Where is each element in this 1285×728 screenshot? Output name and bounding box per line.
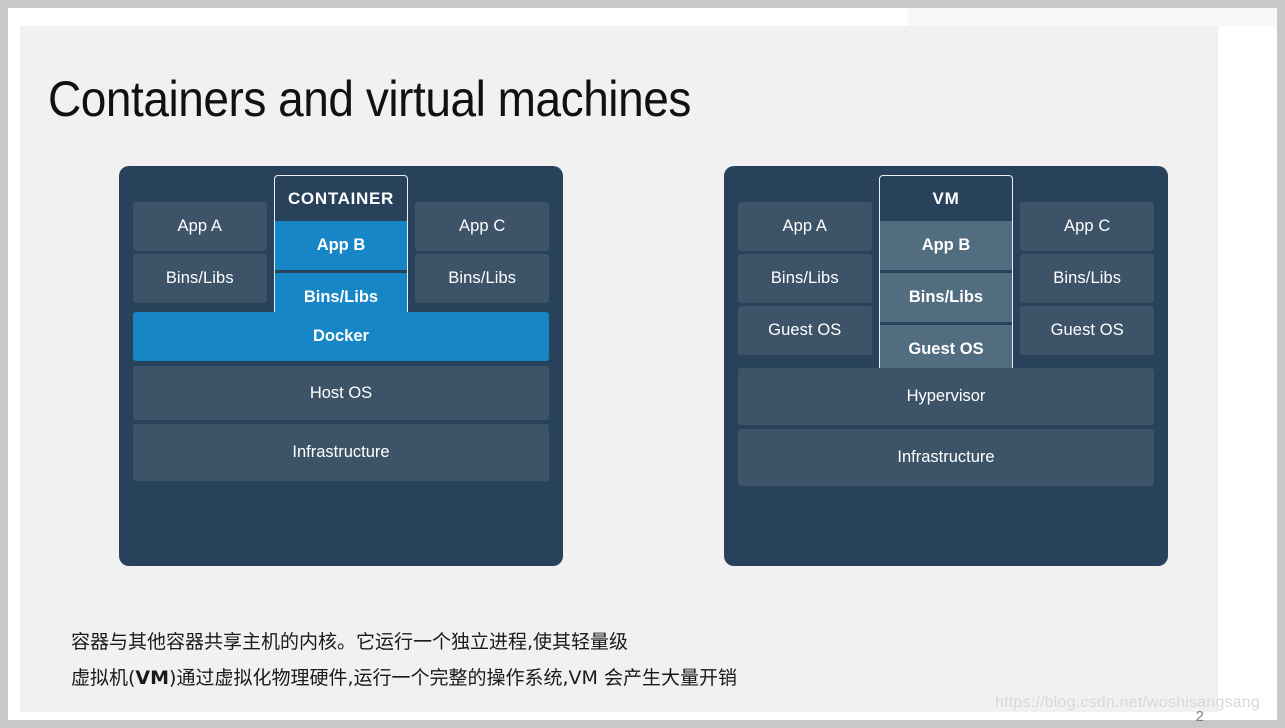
cell-guest-os: Guest OS [738,306,872,355]
vm-column-c: App C Bins/Libs Guest OS [1020,202,1154,358]
caption-line-2-bold: VM [135,667,170,689]
cell-app: App C [1020,202,1154,251]
watermark: https://blog.csdn.net/woshisangsang [995,694,1260,711]
cell-binslibs: Bins/Libs [1020,254,1154,303]
cell-guest-os-highlighted: Guest OS [879,325,1013,374]
vm-diagram: App A Bins/Libs Guest OS App C Bins/Libs… [724,166,1168,566]
cell-binslibs: Bins/Libs [133,254,267,303]
cell-app-highlighted: App B [879,221,1013,270]
caption-line-2-prefix: 虚拟机( [71,667,136,689]
slide: Containers and virtual machines App A Bi… [20,26,1218,725]
window-top-bar-left [8,8,908,26]
page-title: Containers and virtual machines [48,71,691,127]
vm-column-a: App A Bins/Libs Guest OS [738,202,872,358]
vm-highlight-group: VM App B Bins/Libs Guest OS [878,175,1014,375]
bar-infrastructure: Infrastructure [738,429,1154,486]
bar-hypervisor: Hypervisor [738,368,1154,425]
cell-guest-os: Guest OS [1020,306,1154,355]
bar-infrastructure: Infrastructure [133,424,549,481]
caption-line-1: 容器与其他容器共享主机的内核。它运行一个独立进程,使其轻量级 [71,631,629,653]
cell-binslibs: Bins/Libs [738,254,872,303]
vm-highlight-label: VM [932,188,960,208]
caption-line-2-suffix: )通过虚拟化物理硬件,运行一个完整的操作系统,VM 会产生大量开销 [169,667,737,689]
cell-app-highlighted: App B [274,221,408,270]
cell-binslibs-highlighted: Bins/Libs [879,273,1013,322]
caption-line-2: 虚拟机(VM)通过虚拟化物理硬件,运行一个完整的操作系统,VM 会产生大量开销 [71,660,1171,696]
container-highlight-group: CONTAINER App B Bins/Libs [273,175,409,323]
bar-host-os: Host OS [133,366,549,420]
cell-binslibs: Bins/Libs [415,254,549,303]
container-diagram: App A Bins/Libs App C Bins/Libs CONTAINE… [119,166,563,566]
cell-app: App A [738,202,872,251]
cell-app: App C [415,202,549,251]
bar-docker: Docker [133,312,549,361]
presentation-viewer: Containers and virtual machines App A Bi… [0,0,1285,728]
cell-app: App A [133,202,267,251]
container-column-c: App C Bins/Libs [415,202,549,306]
container-highlight-label: CONTAINER [287,188,395,208]
container-column-a: App A Bins/Libs [133,202,267,306]
